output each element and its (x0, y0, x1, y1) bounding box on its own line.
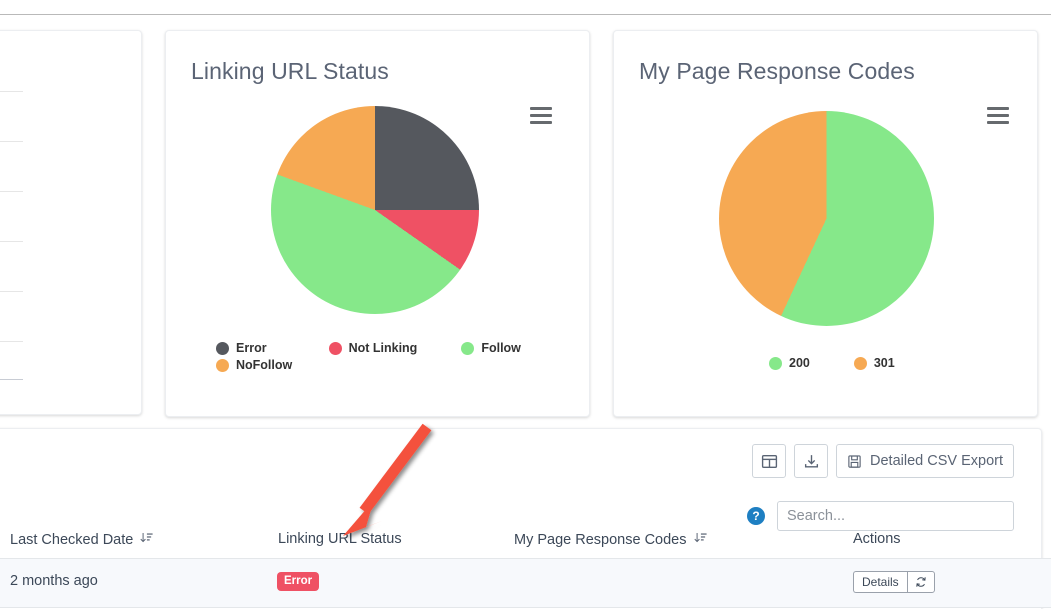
pie-legend-linking-url-status: Error Not Linking Follow NoFollow (216, 341, 546, 375)
table-header-last-checked-date[interactable]: Last Checked Date (10, 531, 153, 548)
legend-color-swatch (853, 356, 867, 370)
details-button[interactable]: Details (853, 571, 907, 593)
hamburger-menu-icon[interactable] (530, 107, 552, 124)
legend-item[interactable]: NoFollow (216, 358, 524, 372)
table-header-my-page-response-codes[interactable]: My Page Response Codes (514, 531, 707, 548)
download-button[interactable] (794, 444, 829, 478)
question-mark-icon[interactable]: ? (747, 507, 765, 525)
legend-item[interactable]: Not Linking (328, 341, 418, 355)
legend-color-swatch (216, 358, 229, 372)
table-columns-icon (761, 454, 777, 468)
row-action-button-group: Details (853, 571, 935, 593)
table-header-row: Last Checked Date Linking URL Status My … (0, 528, 1051, 559)
legend-label: Follow (481, 341, 521, 355)
column-label: Linking URL Status (278, 531, 402, 547)
detailed-csv-export-label: Detailed CSV Export (870, 453, 1003, 469)
cell-last-checked-date: 2 months ago (10, 573, 98, 589)
card-linking-url-status: Linking URL Status Error Not Linking Fol… (165, 30, 590, 417)
hamburger-menu-icon[interactable] (987, 107, 1009, 124)
search-row: ? (747, 501, 1014, 531)
status-badge: Error (277, 572, 320, 592)
column-label: Last Checked Date (10, 531, 134, 548)
column-label: My Page Response Codes (514, 531, 687, 548)
legend-item[interactable]: 200 (769, 356, 810, 370)
dashboard-cards-row: 25. Feb 27. Feb Linking URL Status Error… (0, 30, 1051, 420)
table-toolbar: Detailed CSV Export (744, 444, 1014, 478)
line-chart (0, 91, 23, 391)
top-divider (0, 14, 1051, 15)
legend-color-swatch (769, 356, 782, 370)
cell-actions: Details (853, 571, 935, 593)
table-row[interactable]: 2 months ago Error Details (0, 559, 1051, 608)
pie-chart-linking-url-status[interactable] (271, 106, 479, 314)
line-chart-series (0, 91, 23, 391)
pie-chart-my-page-response-codes[interactable] (719, 111, 934, 326)
legend-label: Not Linking (348, 341, 418, 355)
legend-label: NoFollow (236, 358, 293, 372)
cell-linking-url-status: Error (277, 572, 320, 592)
card-title: Linking URL Status (191, 58, 389, 84)
sort-descending-icon (693, 531, 707, 548)
table-header-actions: Actions (853, 531, 901, 547)
search-input[interactable] (777, 501, 1014, 531)
legend-item[interactable]: 301 (853, 356, 895, 370)
refresh-icon (916, 577, 926, 587)
detailed-csv-export-button[interactable]: Detailed CSV Export (836, 444, 1014, 478)
legend-color-swatch (216, 341, 229, 355)
sort-descending-icon (140, 531, 153, 548)
results-table: Last Checked Date Linking URL Status My … (0, 528, 1051, 608)
card-my-page-response-codes: My Page Response Codes 200 301 (613, 30, 1038, 417)
legend-label: Error (236, 341, 267, 355)
legend-item[interactable]: Error (216, 341, 267, 355)
download-icon (804, 454, 818, 468)
legend-label: 301 (873, 356, 895, 370)
table-header-linking-url-status[interactable]: Linking URL Status (278, 531, 402, 547)
table-columns-button[interactable] (752, 444, 787, 478)
app-root: 25. Feb 27. Feb Linking URL Status Error… (0, 0, 1051, 609)
card-line-chart-partial: 25. Feb 27. Feb (0, 30, 142, 415)
pie-legend-my-page-response-codes: 200 301 (769, 356, 1029, 373)
legend-color-swatch (328, 341, 342, 355)
refresh-button[interactable] (906, 571, 935, 593)
legend-label: 200 (789, 356, 810, 370)
floppy-save-icon (848, 454, 861, 468)
column-label: Actions (853, 531, 901, 547)
legend-item[interactable]: Follow (461, 341, 521, 355)
legend-color-swatch (461, 341, 475, 355)
card-title: My Page Response Codes (639, 58, 915, 84)
